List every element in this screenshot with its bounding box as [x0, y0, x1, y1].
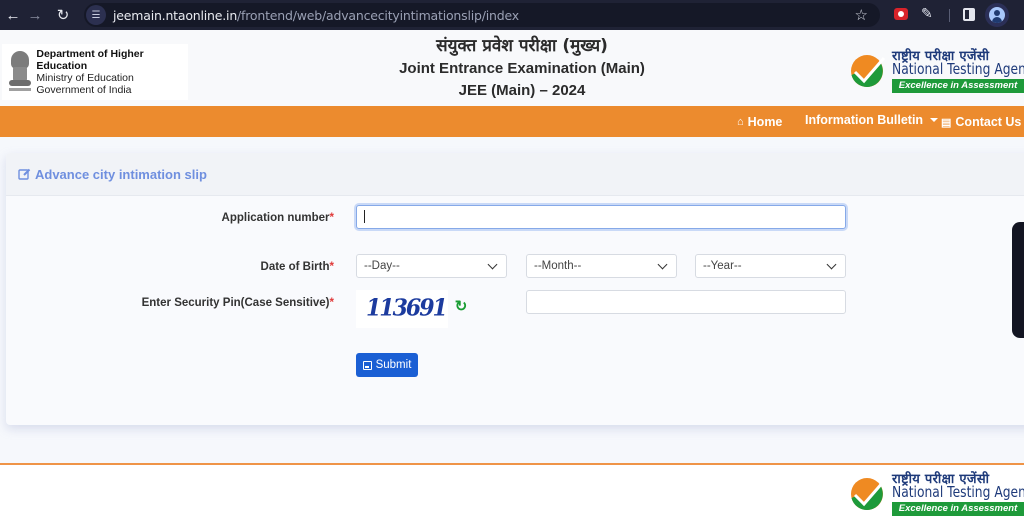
- forward-arrow-icon[interactable]: →: [24, 4, 46, 26]
- address-bar[interactable]: ☰ jeemain.ntaonline.in/frontend/web/adva…: [84, 3, 880, 27]
- captcha-text: 113691: [366, 294, 448, 322]
- exam-title: संयुक्त प्रवेश परीक्षा (मुख्य) Joint Ent…: [360, 35, 684, 102]
- nta-check-icon: [851, 55, 886, 87]
- toolbar-divider: [949, 9, 950, 22]
- side-panel-icon[interactable]: [963, 8, 975, 21]
- nta-check-icon: [851, 478, 886, 510]
- footer-nta-logo[interactable]: राष्ट्रीय परीक्षा एजेंसी National Testin…: [848, 469, 1024, 519]
- dept-name: Department of Higher Education: [36, 48, 144, 72]
- exam-title-english: Joint Entrance Examination (Main): [399, 60, 645, 77]
- nta-tagline: Excellence in Assessment: [892, 502, 1024, 516]
- text-cursor: [364, 210, 365, 223]
- chevron-down-icon: [657, 259, 668, 270]
- government-name: Government of India: [36, 84, 132, 96]
- chat-icon: ▤: [941, 116, 952, 129]
- application-number-input[interactable]: [356, 205, 846, 229]
- nta-logo[interactable]: राष्ट्रीय परीक्षा एजेंसी National Testin…: [848, 46, 1024, 96]
- security-pin-label: Enter Security Pin(Case Sensitive)*: [141, 297, 334, 309]
- puzzle-extensions-icon[interactable]: ✎: [921, 5, 933, 22]
- form-card: Advance city intimation slip: [6, 153, 1024, 425]
- nta-english-name: National Testing Agency: [892, 60, 1024, 78]
- nav-information-bulletin-dropdown[interactable]: Information Bulletin: [805, 113, 939, 127]
- chevron-down-icon: [826, 259, 837, 270]
- floating-side-panel[interactable]: [1012, 222, 1024, 338]
- nav-home-link[interactable]: ⌂ Home: [737, 115, 782, 129]
- main-navbar: ⌂ Home Information Bulletin ▤ Contact Us: [0, 106, 1024, 137]
- reload-icon[interactable]: ↻: [52, 4, 74, 26]
- chevron-down-icon: [487, 259, 498, 270]
- required-marker: *: [329, 297, 334, 309]
- submit-button[interactable]: Submit: [356, 353, 418, 377]
- card-title: Advance city intimation slip: [35, 166, 207, 182]
- card-header: Advance city intimation slip: [6, 153, 1024, 196]
- dob-label: Date of Birth*: [260, 261, 334, 273]
- browser-toolbar: ← → ↻ ☰ jeemain.ntaonline.in/frontend/we…: [0, 0, 1024, 30]
- page-header: Department of Higher Education Ministry …: [0, 30, 1024, 106]
- extension-icon[interactable]: [894, 8, 908, 20]
- security-pin-input[interactable]: [526, 290, 846, 314]
- site-info-icon[interactable]: ☰: [86, 5, 106, 25]
- profile-avatar-icon[interactable]: [985, 3, 1009, 27]
- exam-year: JEE (Main) – 2024: [458, 82, 586, 99]
- edit-icon: [18, 168, 31, 180]
- dob-month-select[interactable]: --Month--: [526, 254, 677, 278]
- dob-day-select[interactable]: --Day--: [356, 254, 507, 278]
- dob-year-select[interactable]: --Year--: [695, 254, 846, 278]
- national-emblem-icon: [6, 49, 32, 95]
- bookmark-star-icon[interactable]: ☆: [855, 6, 868, 24]
- required-marker: *: [329, 212, 334, 224]
- exam-title-hindi: संयुक्त प्रवेश परीक्षा (मुख्य): [436, 36, 608, 56]
- nav-contact-link[interactable]: ▤ Contact Us: [941, 115, 1021, 129]
- captcha-image: 113691: [356, 290, 448, 328]
- doe-logo: Department of Higher Education Ministry …: [2, 44, 188, 100]
- save-icon: [362, 360, 372, 370]
- caret-down-icon: [930, 118, 939, 122]
- url-text[interactable]: jeemain.ntaonline.in/frontend/web/advanc…: [113, 8, 519, 23]
- home-icon: ⌂: [737, 116, 744, 128]
- nta-english-name: National Testing Agency: [892, 483, 1024, 501]
- required-marker: *: [329, 261, 334, 273]
- back-arrow-icon[interactable]: ←: [2, 4, 24, 26]
- ministry-name: Ministry of Education: [36, 72, 134, 84]
- refresh-captcha-icon[interactable]: ↻: [453, 299, 469, 315]
- nta-tagline: Excellence in Assessment: [892, 79, 1024, 93]
- application-number-label: Application number*: [221, 212, 334, 224]
